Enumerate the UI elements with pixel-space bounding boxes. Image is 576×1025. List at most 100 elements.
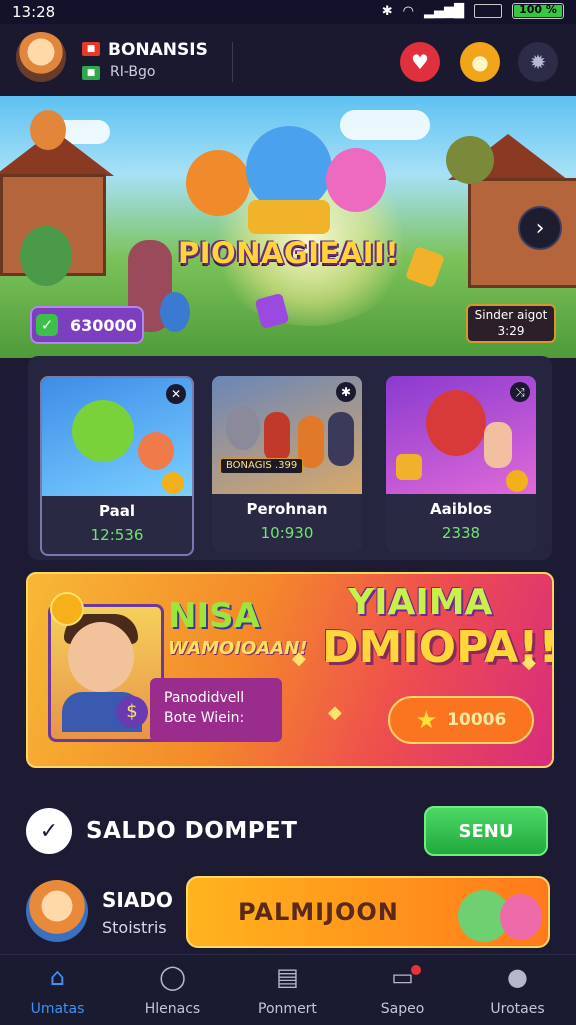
- hero-banner[interactable]: PIONAGIEAII! › ✓ 630000 Sinder aigot 3:2…: [0, 96, 576, 358]
- gold-block: [405, 245, 445, 289]
- brand-badge-icon: ■: [82, 66, 100, 80]
- game-card-score: 10:930: [260, 524, 314, 542]
- hero-balance-pill: ✓ 630000: [30, 306, 144, 344]
- treasure-chest: [248, 200, 330, 234]
- signal-icon: ▂▄▆█: [424, 3, 464, 19]
- coin-icon: [50, 592, 84, 626]
- ninja-figure: [328, 412, 354, 466]
- sparkle-icon: ◆: [292, 648, 306, 669]
- warrior-figure: [264, 412, 290, 462]
- knight-character: [160, 292, 190, 332]
- settings-button[interactable]: ✹: [518, 42, 558, 82]
- fox-figure: [138, 432, 174, 470]
- hero-title: PIONAGIEAII!: [178, 236, 400, 270]
- play-button[interactable]: PALMIJOON: [186, 876, 550, 948]
- nav-item-clipboard[interactable]: ▤ Ponmert: [230, 955, 345, 1025]
- home-icon: ⌂: [49, 963, 66, 991]
- sparkle-icon: ◆: [522, 652, 536, 673]
- hero-timer-label: Sinder aigot: [474, 308, 548, 322]
- star-icon: ★: [415, 706, 438, 734]
- promo-avatar-face: [68, 622, 134, 692]
- promo-details-line1: Panodidvell: [164, 690, 245, 706]
- clipboard-icon: ▤: [276, 963, 299, 991]
- brand-title: BONANSIS: [108, 40, 208, 60]
- gold-block: [396, 454, 422, 480]
- wallet-title: SALDO DOMPET: [86, 818, 298, 844]
- dollar-icon: $: [116, 696, 148, 728]
- send-button[interactable]: SENU: [424, 806, 548, 856]
- coin-icon: ●: [471, 50, 489, 74]
- battery-indicator: 100 %: [512, 3, 564, 19]
- promo-big-title-line2: DMIOPA!!: [322, 622, 554, 673]
- promo-claim-amount: 10006: [447, 710, 507, 730]
- girl-figure: [484, 422, 512, 468]
- game-card-title: Perohnan: [246, 500, 328, 518]
- green-dragon-figure: [72, 400, 134, 462]
- game-card-score: 2338: [441, 524, 481, 542]
- bluetooth-icon: ✱: [381, 3, 393, 19]
- header-divider: [232, 42, 233, 82]
- balance-avatar: [26, 880, 88, 942]
- promo-claim-button[interactable]: ★ 10006: [388, 696, 534, 744]
- robot-monster-figure: [426, 390, 486, 456]
- game-card-title: Paal: [99, 502, 135, 520]
- hero-balance-value: 630000: [70, 315, 137, 335]
- status-time: 13:28: [12, 3, 56, 21]
- nav-item-label: Urotaes: [490, 1001, 545, 1017]
- game-card-score: 12:536: [90, 526, 144, 544]
- hero-timer: Sinder aigot 3:29: [466, 304, 556, 343]
- wallet-check-icon: ✓: [26, 808, 72, 854]
- user-icon: ●: [507, 963, 528, 991]
- girl-character: [30, 110, 66, 150]
- heart-icon: ♥: [411, 50, 429, 74]
- bunny-character: [326, 148, 386, 212]
- nav-item-label: Umatas: [30, 1001, 85, 1017]
- promo-details-line2: Bote Wiein:: [164, 710, 245, 726]
- nav-item-chat[interactable]: ▭ Sapeo: [345, 955, 460, 1025]
- status-icons: ✱ ◠ ▂▄▆█ 100 %: [382, 3, 564, 19]
- chat-icon: ▭: [391, 963, 414, 991]
- nav-item-label: Ponmert: [258, 1001, 317, 1017]
- user-avatar[interactable]: [16, 32, 66, 82]
- game-card[interactable]: BONAGIS .399 ✱ Perohnan 10:930: [212, 376, 362, 552]
- hero-timer-value: 3:29: [497, 324, 525, 338]
- gear-icon: ✹: [529, 50, 547, 74]
- coin-icon: [506, 470, 528, 492]
- chevron-right-icon: ›: [535, 215, 545, 241]
- play-button-label: PALMIJOON: [238, 898, 399, 926]
- game-card[interactable]: ⤨ Aaiblos 2338: [386, 376, 536, 552]
- game-card[interactable]: ✕ Paal 12:536: [40, 376, 194, 556]
- elf-character: [20, 226, 72, 286]
- game-card-tag: BONAGIS .399: [220, 458, 304, 474]
- promo-details: Panodidvell Bote Wiein:: [150, 678, 282, 742]
- balance-subtitle: Stoistris: [102, 918, 167, 937]
- status-bar: 13:28 ✱ ◠ ▂▄▆█ 100 %: [0, 0, 576, 24]
- app-header: ■ ■ BONANSIS RI-Bgo ♥ ● ✹: [0, 24, 576, 96]
- nav-item-search[interactable]: ◯ Hlenacs: [115, 955, 230, 1025]
- promo-banner[interactable]: $ NISA WAMOIOAAN! Panodidvell Bote Wiein…: [26, 572, 554, 768]
- fox-character: [186, 150, 250, 216]
- golem-figure: [226, 406, 260, 450]
- checkmark-icon: ✓: [36, 314, 58, 336]
- goblin-character: [446, 136, 494, 184]
- coin-icon: [162, 472, 184, 494]
- star-icon[interactable]: ✱: [336, 382, 356, 402]
- coins-button[interactable]: ●: [460, 42, 500, 82]
- bottom-nav: ⌂ Umatas ◯ Hlenacs ▤ Ponmert ▭ Sapeo ● U…: [0, 954, 576, 1025]
- pink-monster-figure: [500, 894, 542, 940]
- hero-next-button[interactable]: ›: [518, 206, 562, 250]
- shuffle-icon[interactable]: ⤨: [510, 382, 530, 402]
- promo-big-title-line1: YIAIMA: [348, 582, 493, 623]
- favorites-button[interactable]: ♥: [400, 42, 440, 82]
- search-icon: ◯: [159, 963, 186, 991]
- nav-item-home[interactable]: ⌂ Umatas: [0, 955, 115, 1025]
- close-icon[interactable]: ✕: [166, 384, 186, 404]
- brand-subtitle: RI-Bgo: [110, 64, 156, 80]
- promo-subheading: WAMOIOAAN!: [168, 638, 308, 659]
- nav-item-label: Hlenacs: [144, 1001, 201, 1017]
- game-card-title: Aaiblos: [430, 500, 492, 518]
- battery-percent: 100 %: [519, 3, 557, 16]
- nav-item-label: Sapeo: [380, 1001, 425, 1017]
- nav-item-profile[interactable]: ● Urotaes: [460, 955, 575, 1025]
- notification-dot: [411, 965, 421, 975]
